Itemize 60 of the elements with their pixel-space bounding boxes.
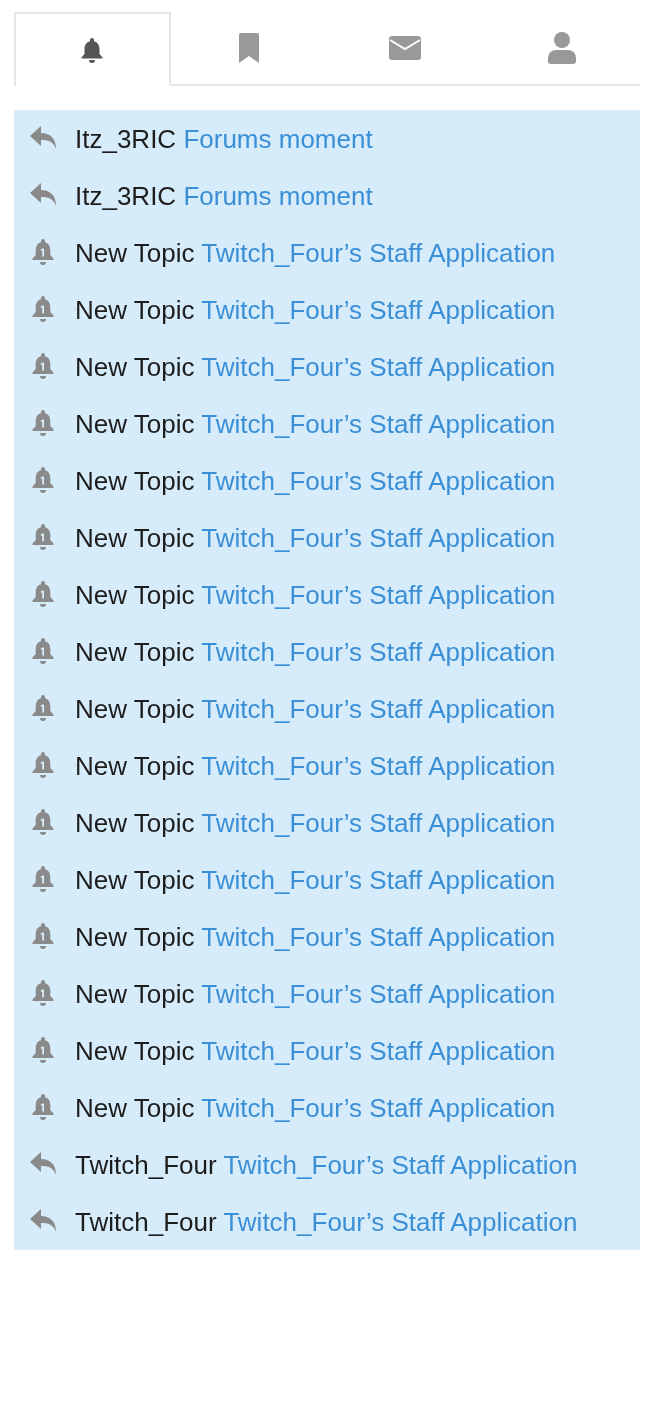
topic-link[interactable]: Twitch_Four’s Staff Application (201, 408, 556, 439)
bell-alert-icon (30, 979, 56, 1008)
bell-alert-icon (30, 694, 56, 723)
tab[interactable] (14, 12, 171, 86)
notification-title: New Topic (75, 1035, 195, 1066)
bell-alert-icon (30, 751, 56, 780)
topic-link[interactable]: Twitch_Four’s Staff Application (201, 864, 556, 895)
bell-alert-icon (30, 1036, 56, 1065)
notification-title: New Topic (75, 921, 195, 952)
envelope-icon (389, 36, 422, 60)
bell-alert-icon (30, 409, 56, 438)
notification-title: New Topic (75, 237, 195, 268)
bell-alert-icon (30, 523, 56, 552)
topic-link[interactable]: Twitch_Four’s Staff Application (201, 693, 556, 724)
bookmark-icon (236, 33, 261, 63)
notification-title: Twitch_Four (75, 1206, 217, 1237)
bell-alert-icon (30, 637, 56, 666)
topic-link[interactable]: Twitch_Four’s Staff Application (201, 636, 556, 667)
notification-title: New Topic (75, 351, 195, 382)
topic-link[interactable]: Twitch_Four’s Staff Application (201, 1035, 556, 1066)
bell-alert-icon (30, 238, 56, 267)
topic-link[interactable]: Twitch_Four’s Staff Application (201, 921, 556, 952)
topic-link[interactable]: Twitch_Four’s Staff Application (201, 978, 556, 1009)
topic-link[interactable]: Twitch_Four’s Staff Application (201, 750, 556, 781)
topic-link[interactable]: Forums moment (183, 180, 373, 211)
notification-title: New Topic (75, 522, 195, 553)
notification-title: New Topic (75, 294, 195, 325)
topic-link[interactable]: Twitch_Four’s Staff Application (201, 465, 556, 496)
notification-title: New Topic (75, 465, 195, 496)
topic-link[interactable]: Twitch_Four’s Staff Application (201, 522, 556, 553)
notification-title: Itz_3RIC (75, 180, 177, 211)
notification-title: Twitch_Four (75, 1149, 217, 1180)
topic-link[interactable]: Twitch_Four’s Staff Application (223, 1149, 578, 1180)
bell-alert-icon (30, 466, 56, 495)
notification-title: New Topic (75, 750, 195, 781)
bell-alert-icon (30, 922, 56, 951)
bell-alert-icon (30, 352, 56, 381)
notification-title: Itz_3RIC (75, 123, 177, 154)
notification-title: New Topic (75, 807, 195, 838)
topic-link[interactable]: Twitch_Four’s Staff Application (201, 351, 556, 382)
bell-alert-icon (30, 580, 56, 609)
bell-alert-icon (30, 865, 56, 894)
topic-link[interactable]: Twitch_Four’s Staff Application (201, 1092, 556, 1123)
topic-link[interactable]: Twitch_Four’s Staff Application (223, 1206, 578, 1237)
topic-link[interactable]: Twitch_Four’s Staff Application (201, 237, 556, 268)
bell-alert-icon (30, 295, 56, 324)
topic-link[interactable]: Twitch_Four’s Staff Application (201, 807, 556, 838)
notification-title: New Topic (75, 864, 195, 895)
notification-title: New Topic (75, 408, 195, 439)
topic-link[interactable]: Twitch_Four’s Staff Application (201, 579, 556, 610)
topic-link[interactable]: Twitch_Four’s Staff Application (201, 294, 556, 325)
notification-title: New Topic (75, 636, 195, 667)
notification-title: New Topic (75, 1092, 195, 1123)
user-icon (547, 32, 576, 64)
notification-title: New Topic (75, 579, 195, 610)
notification-title: New Topic (75, 978, 195, 1009)
notification-title: New Topic (75, 693, 195, 724)
bell-alert-icon (30, 1093, 56, 1122)
bell-alert-icon (30, 808, 56, 837)
topic-link[interactable]: Forums moment (183, 123, 373, 154)
